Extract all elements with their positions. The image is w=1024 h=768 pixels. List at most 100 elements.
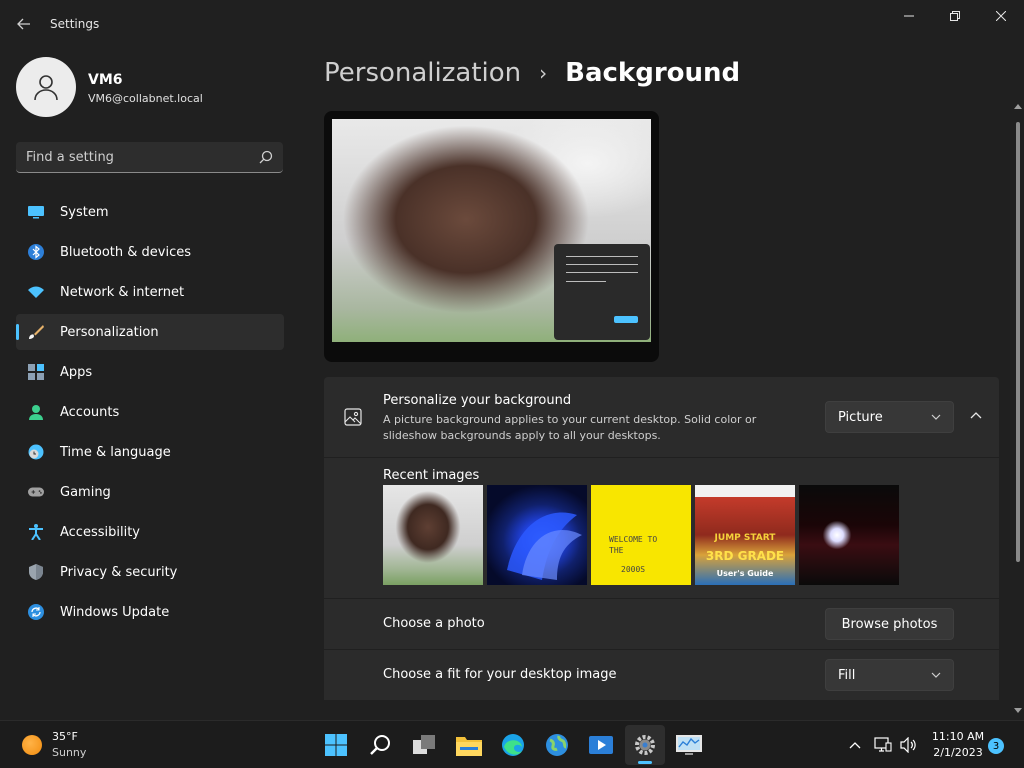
sidebar-item-bluetooth[interactable]: Bluetooth & devices (16, 234, 284, 270)
network-icon (874, 737, 892, 752)
search-icon[interactable] (259, 150, 273, 164)
preview-wallpaper-image (332, 119, 651, 342)
clock-time[interactable]: 11:10 AM (930, 730, 986, 743)
play-icon (589, 736, 613, 754)
scroll-up-arrow-icon[interactable] (1014, 104, 1022, 109)
sidebar-item-network[interactable]: Network & internet (16, 274, 284, 310)
back-button[interactable] (8, 10, 40, 38)
sidebar-item-gaming[interactable]: Gaming (16, 474, 284, 510)
breadcrumb-separator: › (539, 61, 548, 85)
fit-dropdown[interactable]: Fill (825, 659, 954, 691)
sidebar-item-label: Privacy & security (60, 564, 178, 580)
brush-icon (28, 324, 44, 340)
start-button[interactable] (316, 725, 356, 765)
search-icon (370, 735, 390, 755)
resource-monitor-button[interactable] (669, 725, 709, 765)
picture-icon (344, 408, 362, 426)
sidebar-item-system[interactable]: System (16, 194, 284, 230)
recent-images-card: Recent images WELCOME TO THE 2000S JUMP … (324, 458, 999, 598)
volume-tray-button[interactable] (898, 721, 920, 768)
sidebar-item-label: Personalization (60, 324, 159, 340)
sidebar-item-label: Network & internet (60, 284, 185, 300)
sidebar-item-label: Windows Update (60, 604, 170, 620)
task-view-button[interactable] (405, 725, 445, 765)
scroll-down-arrow-icon[interactable] (1014, 708, 1022, 713)
chevron-up-icon (970, 412, 982, 419)
browse-photos-button[interactable]: Browse photos (825, 608, 954, 640)
recent-image-3[interactable]: WELCOME TO THE 2000S (591, 485, 691, 585)
wifi-icon (28, 284, 44, 300)
sidebar-item-label: Apps (60, 364, 93, 380)
gear-icon (635, 735, 655, 755)
close-icon (996, 11, 1006, 21)
show-hidden-icons-button[interactable] (845, 721, 865, 768)
sidebar-item-label: Accessibility (60, 524, 140, 540)
sidebar-item-personalization[interactable]: Personalization (16, 314, 284, 350)
settings-app-button[interactable] (625, 725, 665, 765)
sun-icon[interactable] (22, 735, 42, 755)
bluetooth-icon (28, 244, 44, 260)
back-arrow-icon (17, 18, 30, 30)
recent-image-5[interactable] (799, 485, 899, 585)
title-bar: Settings (0, 0, 1024, 48)
thumb-text-line-3: User's Guide (716, 569, 774, 578)
globe-clock-icon (28, 444, 44, 460)
search-input[interactable] (16, 142, 246, 172)
sidebar-item-windows-update[interactable]: Windows Update (16, 594, 284, 630)
notification-badge[interactable]: 3 (988, 738, 1004, 754)
avatar[interactable] (16, 57, 76, 117)
weather-temperature[interactable]: 35°F (52, 730, 78, 743)
file-explorer-button[interactable] (449, 725, 489, 765)
monitor-icon (28, 204, 44, 220)
collapse-button[interactable] (964, 403, 988, 427)
sidebar-nav: System Bluetooth & devices Network & int… (16, 194, 284, 634)
sidebar-item-label: System (60, 204, 109, 220)
search-box[interactable] (16, 142, 283, 173)
recent-images-label: Recent images (383, 468, 480, 483)
taskbar-search-button[interactable] (360, 725, 400, 765)
update-icon (28, 604, 44, 620)
sidebar-item-accessibility[interactable]: Accessibility (16, 514, 284, 550)
profile-name: VM6 (88, 72, 123, 88)
accessibility-icon (28, 524, 44, 540)
folder-icon (456, 737, 482, 756)
background-type-dropdown[interactable]: Picture (825, 401, 954, 433)
desktop-preview (324, 111, 659, 362)
network-tray-button[interactable] (872, 721, 894, 768)
choose-fit-row: Choose a fit for your desktop image Fill (324, 650, 999, 700)
close-button[interactable] (978, 0, 1024, 32)
minimize-button[interactable] (886, 0, 932, 32)
apps-icon (28, 364, 44, 380)
monitor-chart-icon (676, 735, 702, 755)
bloom-wallpaper-shape (507, 512, 582, 580)
personalize-title: Personalize your background (383, 393, 572, 408)
breadcrumb: Personalization › Background (324, 58, 740, 88)
maximize-button[interactable] (932, 0, 978, 32)
sidebar-item-label: Accounts (60, 404, 120, 420)
breadcrumb-parent[interactable]: Personalization (324, 58, 521, 88)
thumb-text-line-1: JUMP START (714, 533, 776, 543)
sidebar-item-privacy-security[interactable]: Privacy & security (16, 554, 284, 590)
chevron-down-icon (931, 414, 941, 420)
edge-button[interactable] (493, 725, 533, 765)
personalize-description: A picture background applies to your cur… (383, 413, 757, 442)
sidebar-item-time-language[interactable]: Time & language (16, 434, 284, 470)
minimize-icon (904, 15, 914, 17)
sidebar-item-accounts[interactable]: Accounts (16, 394, 284, 430)
weather-condition[interactable]: Sunny (52, 746, 86, 759)
recent-image-1[interactable] (383, 485, 483, 585)
maps-button[interactable] (537, 725, 577, 765)
thumb-text-line-3: 2000S (621, 565, 646, 574)
taskbar: 35°F Sunny 11:10 AM 2/1/2023 3 (0, 720, 1024, 768)
edge-icon (502, 734, 524, 756)
sidebar-item-label: Time & language (60, 444, 171, 460)
dropdown-value: Fill (838, 667, 856, 683)
thumb-text-line-2: 3RD GRADE (705, 549, 785, 563)
scrollbar[interactable] (1012, 100, 1024, 720)
recent-image-2[interactable] (487, 485, 587, 585)
sidebar-item-apps[interactable]: Apps (16, 354, 284, 390)
scroll-thumb[interactable] (1016, 122, 1020, 562)
recent-image-4[interactable]: JUMP START 3RD GRADE User's Guide (695, 485, 795, 585)
clock-date[interactable]: 2/1/2023 (930, 746, 986, 759)
media-player-button[interactable] (581, 725, 621, 765)
